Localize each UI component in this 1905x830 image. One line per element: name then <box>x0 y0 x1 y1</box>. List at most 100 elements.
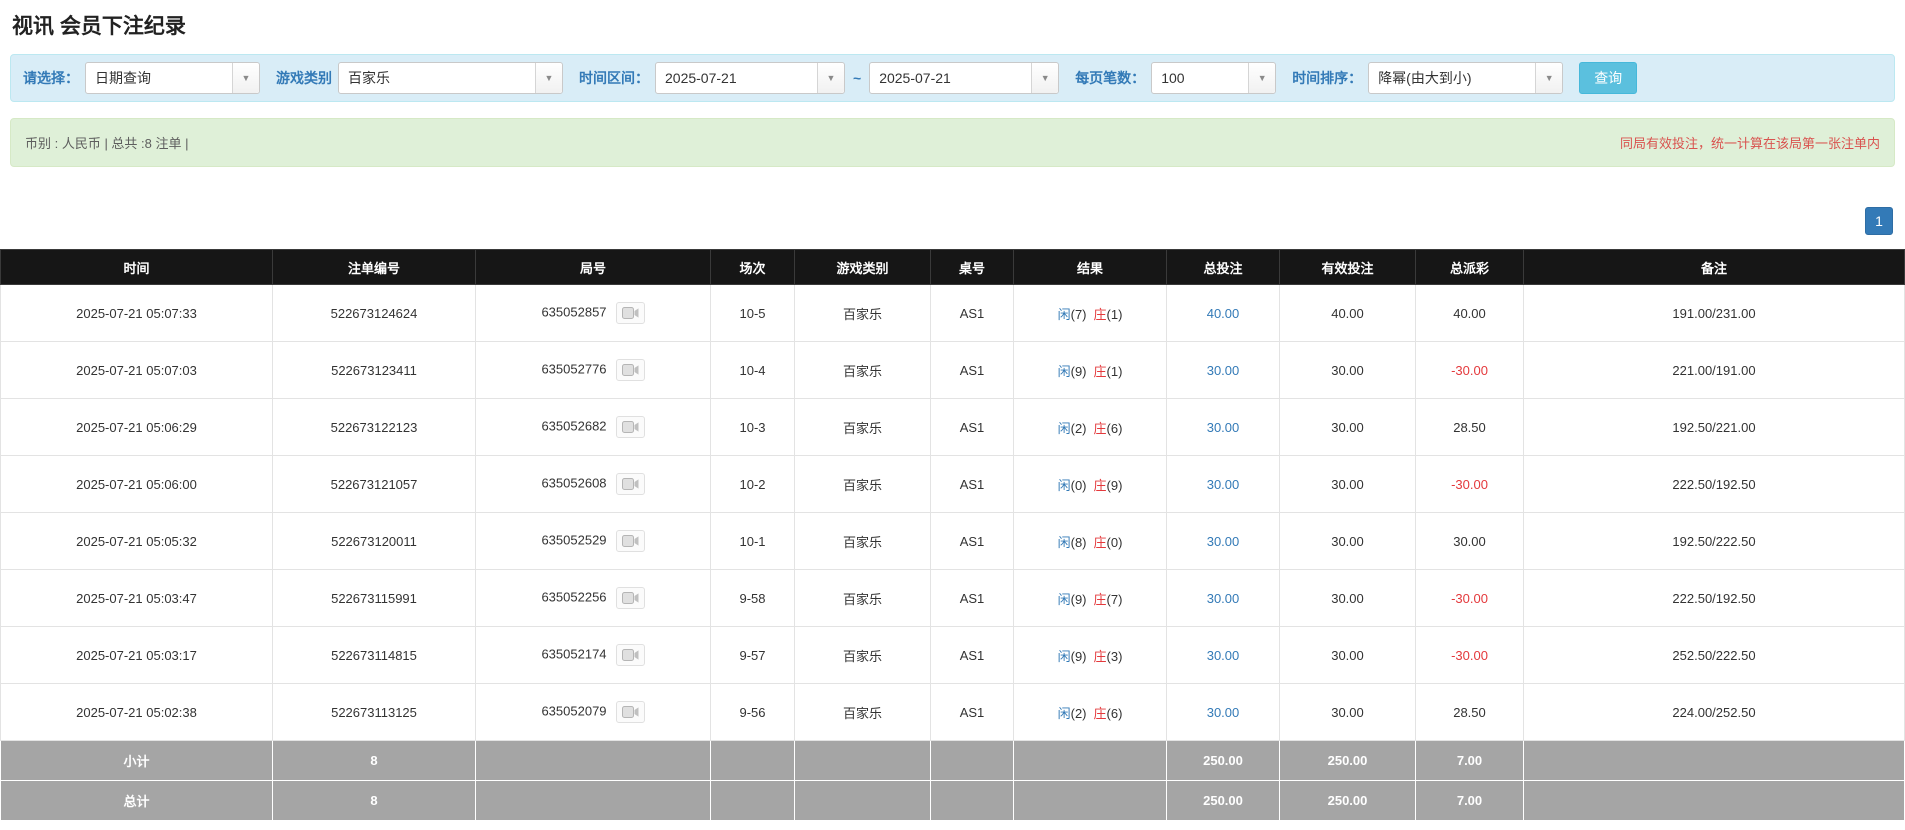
total-bet-link[interactable]: 30.00 <box>1207 705 1240 720</box>
table-row: 2025-07-21 05:03:17 522673114815 6350521… <box>0 626 1905 684</box>
query-type-select[interactable]: 日期查询 ▼ <box>85 62 260 94</box>
total-bet-link[interactable]: 40.00 <box>1207 306 1240 321</box>
cell-total-bet: 30.00 <box>1166 398 1280 456</box>
cell-remark: 221.00/191.00 <box>1523 341 1905 399</box>
page-title: 视讯 会员下注纪录 <box>12 15 186 38</box>
total-bet-link[interactable]: 30.00 <box>1207 477 1240 492</box>
cell-result: 闲(8) 庄(0) <box>1013 512 1167 570</box>
table-row: 2025-07-21 05:06:29 522673122123 6350526… <box>0 398 1905 456</box>
banker-result: 庄 <box>1093 591 1107 607</box>
player-result: 闲 <box>1057 534 1071 550</box>
header-table-no: 桌号 <box>930 249 1014 285</box>
per-page-select[interactable]: 100 ▼ <box>1151 62 1277 94</box>
cell-valid-bet: 30.00 <box>1279 398 1416 456</box>
search-button[interactable]: 查询 <box>1579 62 1638 94</box>
cell-result: 闲(2) 庄(6) <box>1013 683 1167 741</box>
cell-valid-bet: 40.00 <box>1279 284 1416 342</box>
cell-session: 10-4 <box>710 341 795 399</box>
player-result: 闲 <box>1057 363 1071 379</box>
per-page-value: 100 <box>1161 70 1185 86</box>
time-range-label: 时间区间： <box>579 70 649 86</box>
round-id-text: 635052529 <box>541 532 607 548</box>
total-bet-link[interactable]: 30.00 <box>1207 534 1240 549</box>
cell-remark: 222.50/192.50 <box>1523 569 1905 627</box>
cell-payout: 30.00 <box>1415 512 1524 570</box>
chevron-down-icon[interactable]: ▼ <box>817 63 844 93</box>
banker-score: (1) <box>1106 363 1123 379</box>
banker-result: 庄 <box>1093 477 1107 493</box>
banker-result: 庄 <box>1093 705 1107 721</box>
round-id-text: 635052174 <box>541 646 607 662</box>
records-table: 时间 注单编号 局号 场次 游戏类别 桌号 结果 总投注 有效投注 总派彩 备注… <box>0 249 1905 821</box>
cell-time: 2025-07-21 05:03:17 <box>0 626 273 684</box>
chevron-down-icon[interactable]: ▼ <box>1535 63 1563 93</box>
date-from-value: 2025-07-21 <box>665 70 737 86</box>
player-score: (9) <box>1070 591 1087 607</box>
cell-remark: 191.00/231.00 <box>1523 284 1905 342</box>
cell-bet-id: 522673120011 <box>272 512 476 570</box>
cell-table-no: AS1 <box>930 683 1014 741</box>
date-from-input[interactable]: 2025-07-21 ▼ <box>655 62 845 94</box>
video-replay-icon[interactable] <box>615 416 645 438</box>
subtotal-payout: 7.00 <box>1415 740 1524 781</box>
round-id-text: 635052079 <box>541 703 607 719</box>
total-label: 总计 <box>0 780 273 821</box>
cell-result: 闲(7) 庄(1) <box>1013 284 1167 342</box>
banker-score: (6) <box>1106 705 1123 721</box>
cell-bet-id: 522673115991 <box>272 569 476 627</box>
cell-bet-id: 522673121057 <box>272 455 476 513</box>
video-replay-icon[interactable] <box>615 302 645 324</box>
video-replay-icon[interactable] <box>615 701 645 723</box>
cell-game-type: 百家乐 <box>794 398 931 456</box>
video-replay-icon[interactable] <box>615 473 645 495</box>
player-result: 闲 <box>1057 477 1071 493</box>
game-type-value: 百家乐 <box>348 70 390 86</box>
time-sort-select[interactable]: 降幂(由大到小) ▼ <box>1368 62 1564 94</box>
total-bet-link[interactable]: 30.00 <box>1207 363 1240 378</box>
chevron-down-icon[interactable]: ▼ <box>232 63 259 93</box>
cell-session: 10-5 <box>710 284 795 342</box>
page-1-button[interactable]: 1 <box>1865 207 1893 235</box>
cell-payout: -30.00 <box>1415 626 1524 684</box>
cell-session: 10-3 <box>710 398 795 456</box>
cell-round-id: 635052256 <box>475 569 711 627</box>
total-valid-bet: 250.00 <box>1279 780 1416 821</box>
chevron-down-icon[interactable]: ▼ <box>1248 63 1276 93</box>
cell-valid-bet: 30.00 <box>1279 569 1416 627</box>
header-valid-bet: 有效投注 <box>1279 249 1416 285</box>
video-replay-icon[interactable] <box>615 530 645 552</box>
pagination-top: 1 <box>12 207 1893 235</box>
cell-time: 2025-07-21 05:07:33 <box>0 284 273 342</box>
player-result: 闲 <box>1057 420 1071 436</box>
video-replay-icon[interactable] <box>615 587 645 609</box>
banker-score: (0) <box>1106 534 1123 550</box>
cell-remark: 222.50/192.50 <box>1523 455 1905 513</box>
player-score: (9) <box>1070 648 1087 664</box>
video-replay-icon[interactable] <box>615 644 645 666</box>
game-type-select[interactable]: 百家乐 ▼ <box>338 62 563 94</box>
total-bet-link[interactable]: 30.00 <box>1207 591 1240 606</box>
player-score: (2) <box>1070 420 1087 436</box>
cell-valid-bet: 30.00 <box>1279 683 1416 741</box>
cell-session: 10-1 <box>710 512 795 570</box>
total-bet-link[interactable]: 30.00 <box>1207 648 1240 663</box>
video-replay-icon[interactable] <box>615 359 645 381</box>
date-to-input[interactable]: 2025-07-21 ▼ <box>869 62 1060 94</box>
header-remark: 备注 <box>1523 249 1905 285</box>
total-bet-link[interactable]: 30.00 <box>1207 420 1240 435</box>
chevron-down-icon[interactable]: ▼ <box>1031 63 1059 93</box>
player-score: (9) <box>1070 363 1087 379</box>
banker-score: (9) <box>1106 477 1123 493</box>
per-page-label: 每页笔数： <box>1075 70 1146 86</box>
currency-total-text: 币别 : 人民币 | 总共 :8 注单 | <box>25 136 189 151</box>
cell-payout: -30.00 <box>1415 455 1524 513</box>
cell-round-id: 635052608 <box>475 455 711 513</box>
chevron-down-icon[interactable]: ▼ <box>535 63 562 93</box>
cell-session: 9-56 <box>710 683 795 741</box>
cell-game-type: 百家乐 <box>794 626 931 684</box>
cell-time: 2025-07-21 05:07:03 <box>0 341 273 399</box>
round-id-text: 635052256 <box>541 589 607 605</box>
cell-round-id: 635052079 <box>475 683 711 741</box>
cell-valid-bet: 30.00 <box>1279 341 1416 399</box>
header-round-id: 局号 <box>475 249 711 285</box>
